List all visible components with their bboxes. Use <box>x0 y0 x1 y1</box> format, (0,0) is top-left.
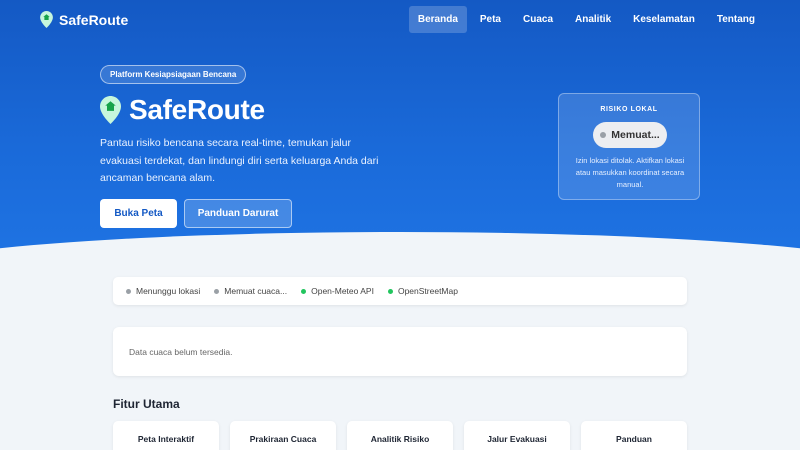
risk-status-text: Memuat... <box>611 129 660 141</box>
feature-label: Prakiraan Cuaca <box>249 434 317 444</box>
status-label: Memuat cuaca... <box>224 286 288 296</box>
feature-card-risk-analytics[interactable]: Analitik Risiko <box>347 421 453 450</box>
map-pin-icon <box>40 11 53 28</box>
feature-label: Panduan <box>616 434 652 444</box>
hero-curve-divider <box>0 232 800 270</box>
brand-logo[interactable]: SafeRoute <box>40 11 128 28</box>
feature-card-weather-forecast[interactable]: Prakiraan Cuaca <box>230 421 336 450</box>
emergency-guide-button[interactable]: Panduan Darurat <box>184 199 292 228</box>
feature-label: Analitik Risiko <box>370 434 430 444</box>
feature-label: Jalur Evakuasi <box>487 434 547 444</box>
status-item-openstreetmap: OpenStreetMap <box>387 286 458 296</box>
status-label: Menunggu lokasi <box>136 286 201 296</box>
hero-title: SafeRoute <box>100 94 265 126</box>
weather-empty-message: Data cuaca belum tersedia. <box>129 347 233 357</box>
status-dot-icon <box>301 288 307 294</box>
hero-description: Pantau risiko bencana secara real-time, … <box>100 137 379 184</box>
weather-card: Data cuaca belum tersedia. <box>113 327 687 376</box>
status-item-open-meteo: Open-Meteo API <box>301 286 374 296</box>
status-label: Open-Meteo API <box>311 286 374 296</box>
feature-card-interactive-map[interactable]: Peta Interaktif <box>113 421 219 450</box>
risk-status-badge: Memuat... <box>593 122 667 148</box>
open-map-button[interactable]: Buka Peta <box>100 199 177 228</box>
status-dot-icon <box>387 288 393 294</box>
status-dot-icon <box>214 288 220 294</box>
top-navbar: SafeRoute Beranda Peta Cuaca Analitik Ke… <box>0 0 800 40</box>
status-label: OpenStreetMap <box>397 286 458 296</box>
nav-links: Beranda Peta Cuaca Analitik Keselamatan … <box>408 6 764 33</box>
nav-link-keselamatan[interactable]: Keselamatan <box>624 6 704 33</box>
hero-tag-pill: Platform Kesiapsiagaan Bencana <box>100 65 247 84</box>
feature-card-guide[interactable]: Panduan <box>581 421 687 450</box>
feature-label: Peta Interaktif <box>137 434 195 444</box>
status-item-location: Menunggu lokasi <box>126 286 200 296</box>
features-heading: Fitur Utama <box>113 397 180 411</box>
hero-title-text: SafeRoute <box>129 94 265 125</box>
status-item-weather: Memuat cuaca... <box>214 286 287 296</box>
nav-link-beranda[interactable]: Beranda <box>408 6 467 33</box>
nav-link-cuaca[interactable]: Cuaca <box>514 6 562 33</box>
risk-card-note: Izin lokasi ditolak. Aktifkan lokasi ata… <box>575 156 685 189</box>
loading-dot-icon <box>600 132 607 138</box>
risk-card-title: RISIKO LOKAL <box>600 106 658 113</box>
status-dot-icon <box>126 288 131 294</box>
local-risk-card: RISIKO LOKAL Memuat... Izin lokasi ditol… <box>558 93 700 200</box>
map-pin-icon <box>100 96 121 124</box>
status-bar: Menunggu lokasi Memuat cuaca... Open-Met… <box>113 277 687 305</box>
nav-link-peta[interactable]: Peta <box>471 6 510 33</box>
nav-link-analitik[interactable]: Analitik <box>566 6 620 33</box>
nav-link-tentang[interactable]: Tentang <box>708 6 764 33</box>
brand-name: SafeRoute <box>59 11 129 28</box>
feature-card-evacuation-route[interactable]: Jalur Evakuasi <box>464 421 570 450</box>
